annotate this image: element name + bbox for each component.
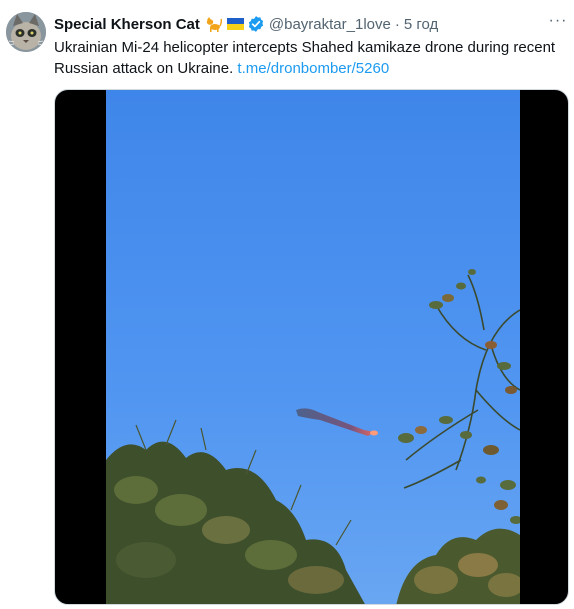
video-frame[interactable] [106,90,520,604]
tweet-timestamp[interactable]: 5 год [404,16,438,33]
tweet-video[interactable] [54,89,569,605]
ukraine-flag-icon [226,16,244,32]
cat-emoji-icon [205,16,222,32]
tweet-card[interactable]: Special Kherson Cat @bayraktar_1love · 5… [0,0,574,609]
author-name[interactable]: Special Kherson Cat [54,16,200,33]
separator-dot: · [394,15,400,33]
more-options-icon[interactable]: ··· [548,13,568,34]
video-thumbnail [106,90,520,604]
author-avatar[interactable] [6,12,46,52]
tweet-link[interactable]: t.me/dronbomber/5260 [237,60,389,77]
verified-badge-icon [247,15,265,33]
cat-avatar-image [6,12,46,52]
tweet-text: Ukrainian Mi-24 helicopter intercepts Sh… [54,37,564,79]
tweet-header: Special Kherson Cat @bayraktar_1love · 5… [54,14,438,34]
author-handle[interactable]: @bayraktar_1love [269,16,391,33]
